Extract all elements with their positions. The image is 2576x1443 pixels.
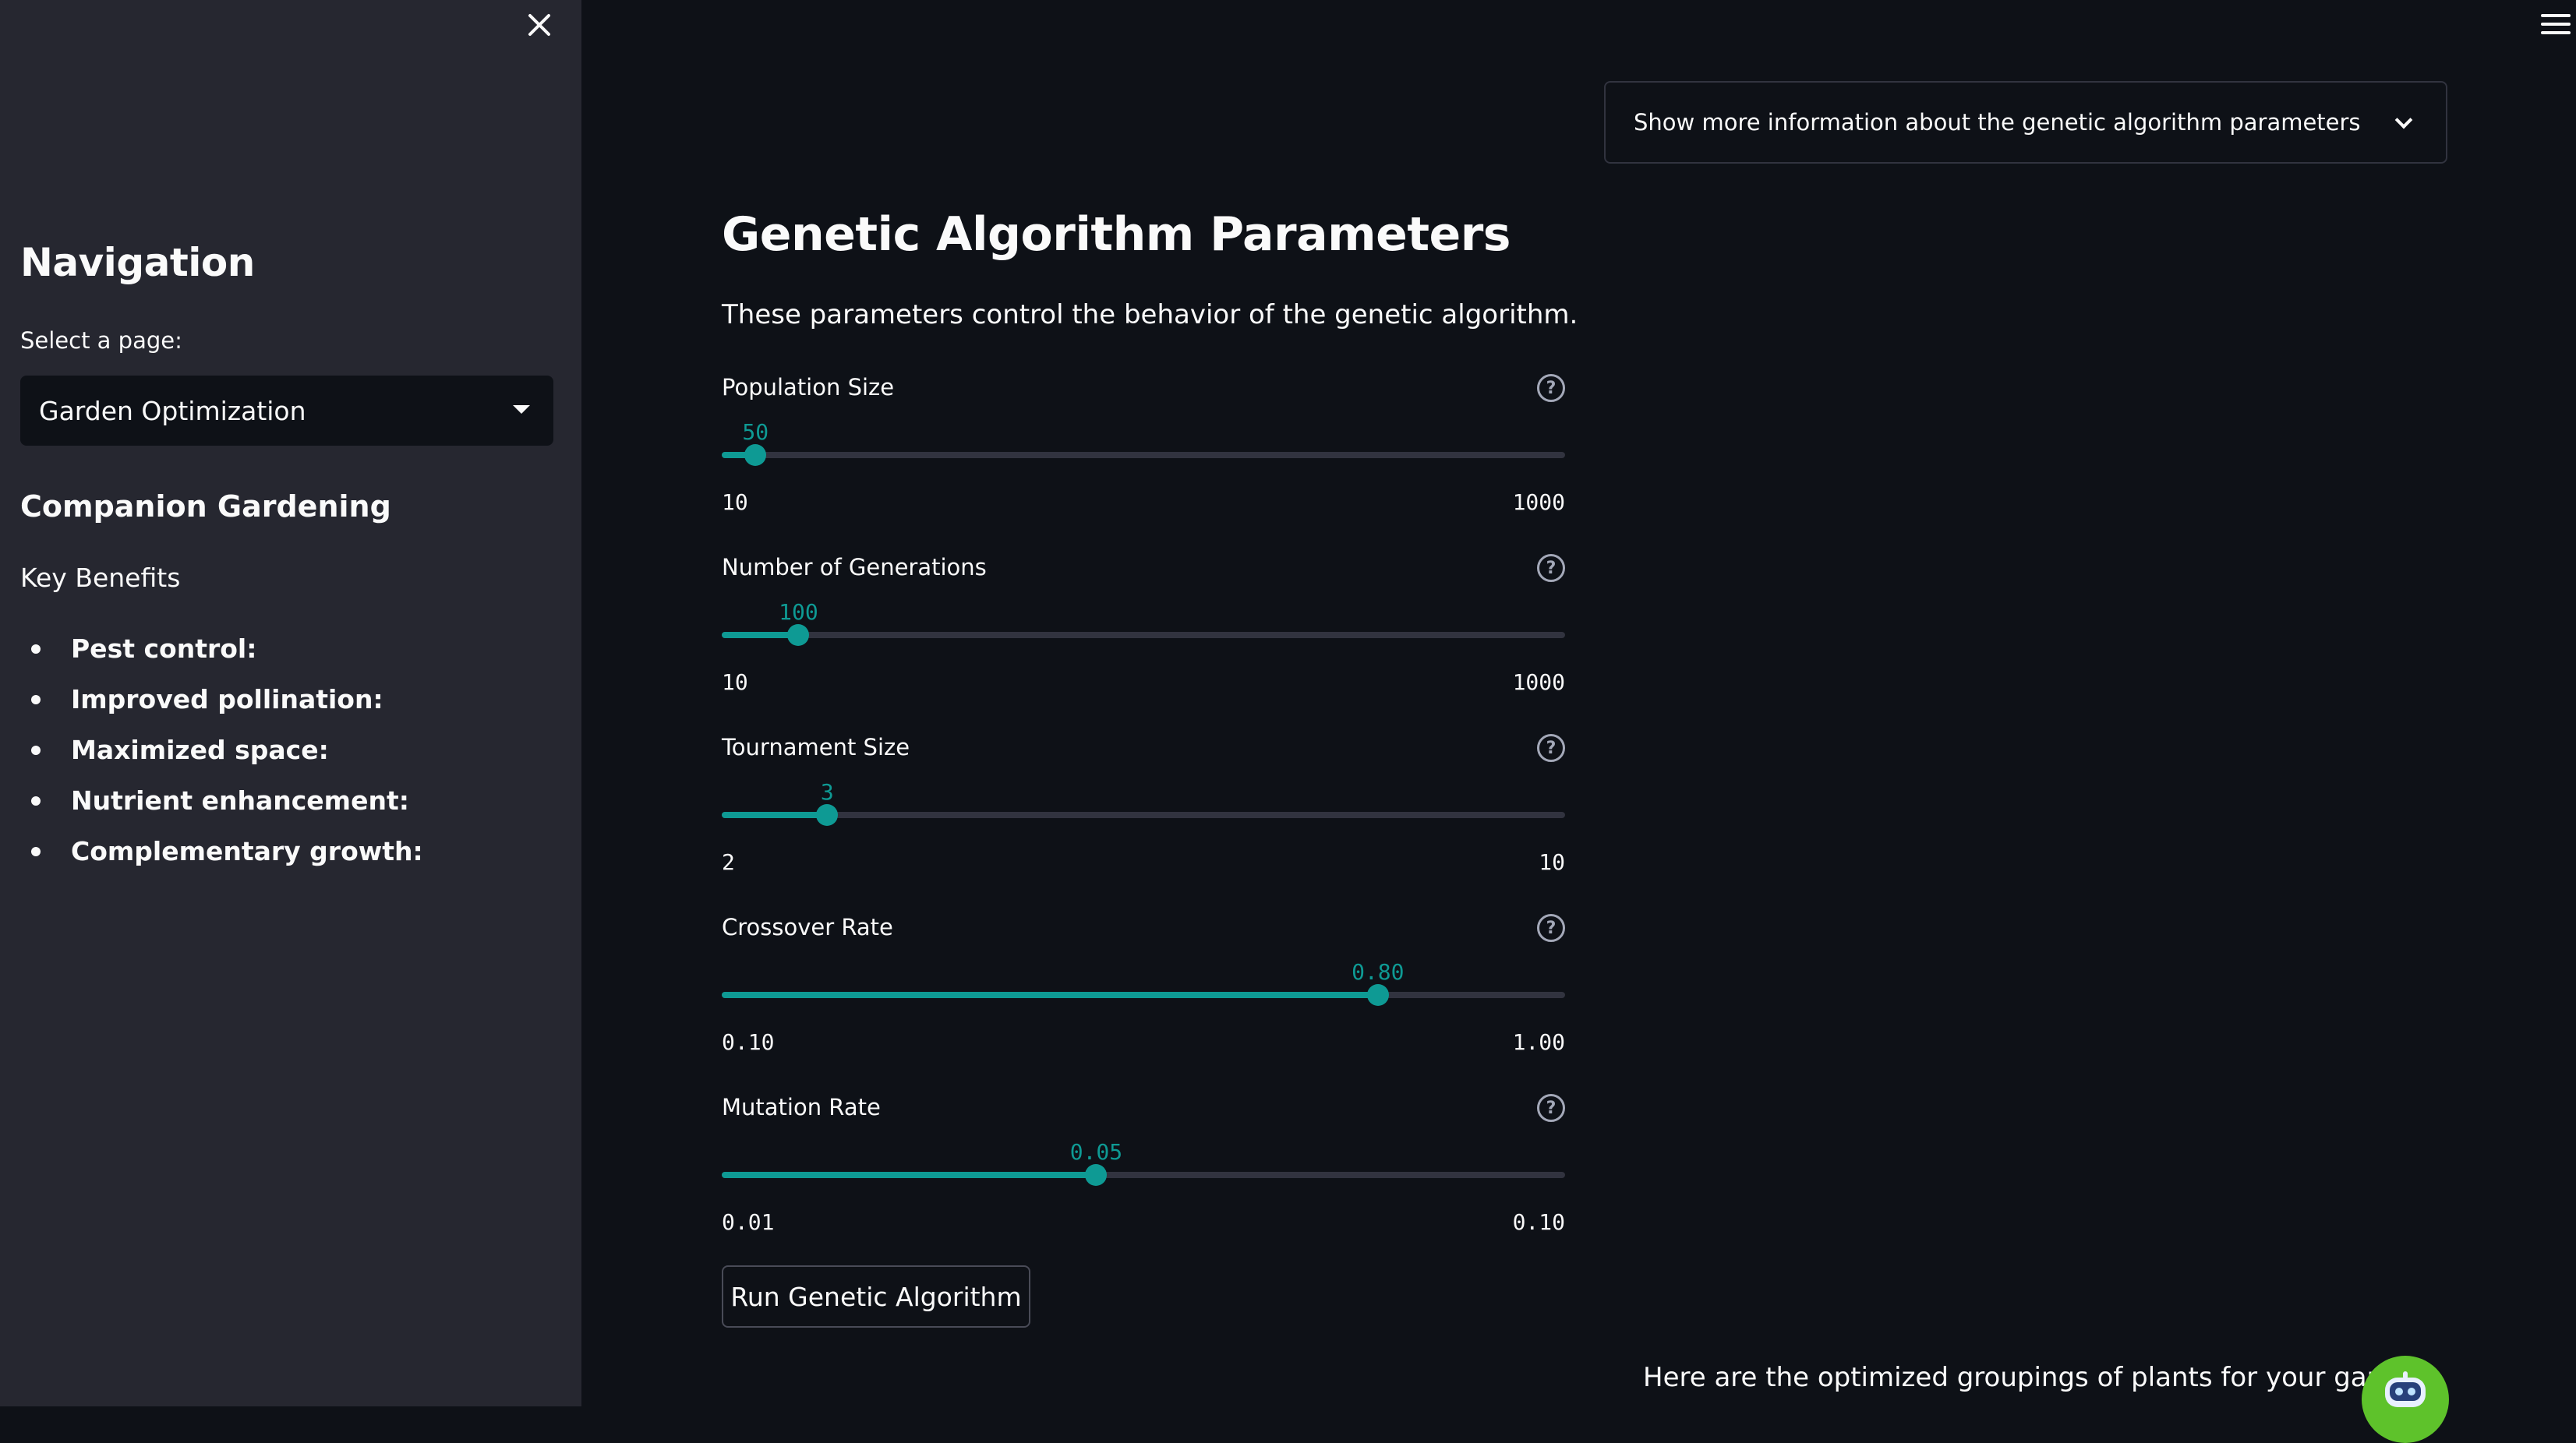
question-circle-icon[interactable]: ?	[1537, 1094, 1565, 1122]
main-menu-button[interactable]	[2541, 14, 2571, 39]
close-sidebar-button[interactable]	[522, 8, 557, 42]
page-select-value: Garden Optimization	[39, 395, 306, 426]
slider-label: Crossover Rate	[722, 914, 893, 940]
tournament-size-slider: Tournament Size ? 3 2 10	[722, 734, 1565, 890]
benefit-item: Nutrient enhancement:	[20, 783, 423, 834]
slider-thumb[interactable]	[787, 624, 810, 646]
slider-max: 0.10	[1512, 1209, 1565, 1235]
slider-track[interactable]	[722, 1164, 1565, 1186]
number-of-generations-slider: Number of Generations ? 100 10 1000	[722, 554, 1565, 710]
run-genetic-algorithm-button[interactable]: Run Genetic Algorithm	[722, 1265, 1030, 1328]
slider-label: Mutation Rate	[722, 1094, 881, 1120]
page-select-label: Select a page:	[20, 327, 182, 354]
key-benefits-heading: Key Benefits	[20, 563, 181, 593]
slider-track[interactable]	[722, 984, 1565, 1006]
expander-label: Show more information about the genetic …	[1634, 109, 2361, 136]
slider-thumb[interactable]	[1085, 1164, 1108, 1186]
slider-value: 0.05	[1069, 1139, 1123, 1165]
slider-track[interactable]	[722, 624, 1565, 646]
slider-min: 10	[722, 489, 748, 515]
question-circle-icon[interactable]: ?	[1537, 554, 1565, 582]
question-circle-icon[interactable]: ?	[1537, 914, 1565, 942]
parameters-info-expander[interactable]: Show more information about the genetic …	[1604, 81, 2447, 164]
caret-down-icon	[513, 405, 530, 414]
slider-track[interactable]	[722, 804, 1565, 826]
slider-min: 10	[722, 669, 748, 695]
benefit-item: Maximized space:	[20, 732, 423, 783]
slider-thumb[interactable]	[1366, 984, 1389, 1006]
slider-track[interactable]	[722, 444, 1565, 466]
slider-max: 1000	[1512, 489, 1565, 515]
slider-value: 50	[742, 419, 769, 445]
benefits-list: Pest control: Improved pollination: Maxi…	[20, 631, 423, 884]
result-message: Here are the optimized groupings of plan…	[1643, 1362, 2436, 1393]
sidebar: Navigation Select a page: Garden Optimiz…	[0, 0, 581, 1406]
slider-min: 0.10	[722, 1029, 775, 1055]
close-icon	[528, 14, 550, 36]
slider-min: 0.01	[722, 1209, 775, 1235]
slider-min: 2	[722, 849, 735, 875]
slider-fill	[722, 812, 828, 818]
page-select[interactable]: Garden Optimization	[20, 376, 553, 446]
chevron-down-icon	[2394, 111, 2413, 129]
benefit-item: Complementary growth:	[20, 834, 423, 884]
benefit-item: Pest control:	[20, 631, 423, 682]
slider-thumb[interactable]	[744, 444, 767, 466]
slider-value: 100	[779, 599, 818, 625]
navigation-title: Navigation	[20, 240, 255, 285]
slider-value: 0.80	[1352, 959, 1405, 985]
slider-label: Number of Generations	[722, 554, 987, 580]
mutation-rate-slider: Mutation Rate ? 0.05 0.01 0.10	[722, 1094, 1565, 1250]
slider-label: Tournament Size	[722, 734, 910, 760]
slider-max: 1000	[1512, 669, 1565, 695]
slider-value: 3	[820, 779, 834, 805]
slider-fill	[722, 1172, 1097, 1178]
companion-gardening-heading: Companion Gardening	[20, 489, 391, 524]
page-description: These parameters control the behavior of…	[722, 299, 1578, 330]
robot-avatar-icon	[2362, 1356, 2449, 1443]
slider-max: 10	[1539, 849, 1565, 875]
slider-max: 1.00	[1512, 1029, 1565, 1055]
question-circle-icon[interactable]: ?	[1537, 734, 1565, 762]
slider-label: Population Size	[722, 374, 895, 400]
page-title: Genetic Algorithm Parameters	[722, 207, 1511, 262]
crossover-rate-slider: Crossover Rate ? 0.80 0.10 1.00	[722, 914, 1565, 1070]
slider-fill	[722, 992, 1378, 998]
question-circle-icon[interactable]: ?	[1537, 374, 1565, 402]
slider-thumb[interactable]	[816, 804, 839, 826]
robot-face-icon	[2385, 1371, 2426, 1407]
benefit-item: Improved pollination:	[20, 682, 423, 732]
population-size-slider: Population Size ? 50 10 1000	[722, 374, 1565, 530]
hamburger-menu-icon	[2541, 14, 2571, 34]
